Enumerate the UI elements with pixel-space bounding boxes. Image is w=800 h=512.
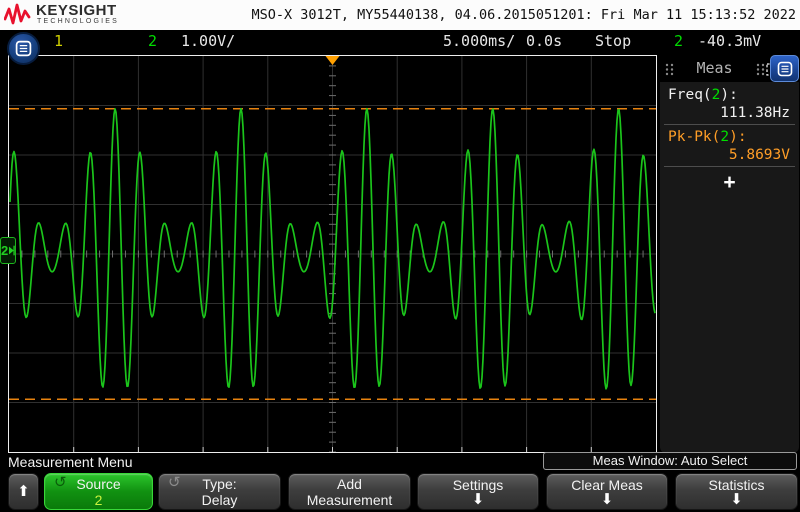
meas-window-label: Meas Window: Auto Select (543, 452, 797, 470)
softkey-type-label: Type: (202, 476, 236, 492)
meas-row-pkpk-label[interactable]: Pk-Pk(2): (668, 129, 747, 145)
down-arrow-icon: ⬇ (601, 493, 614, 507)
channel2-scale[interactable]: 1.00V/ (181, 32, 235, 51)
softkey-add-measurement-button[interactable]: Add Measurement (288, 473, 411, 510)
status-bar: 1 2 1.00V/ 5.000ms/ 0.0s Stop 2 -40.3mV (0, 30, 800, 53)
trigger-position-marker[interactable] (326, 56, 340, 65)
softkey-type-value: Delay (202, 492, 238, 508)
softkey-statistics-button[interactable]: Statistics ⬇ (675, 473, 798, 510)
acquisition-state[interactable]: Stop (595, 32, 631, 51)
cycle-arrow-icon: ↺ (54, 475, 67, 491)
ch2-marker-label: 2 (1, 243, 8, 258)
brand-name: KEYSIGHT (36, 2, 117, 19)
up-arrow-icon: ⬆ (17, 485, 30, 499)
meas-row-freq-value: 111.38Hz (720, 105, 790, 121)
keysight-logo-icon (4, 2, 34, 28)
softkey-add-label2: Measurement (307, 492, 393, 508)
softkey-source-button[interactable]: ↺ Source 2 (44, 473, 153, 510)
ch2-ground-marker[interactable]: 2 (0, 237, 16, 264)
divider (664, 124, 795, 125)
ground-arrow-icon (9, 245, 15, 256)
softkey-menu-title: Measurement Menu (8, 454, 133, 470)
trigger-level[interactable]: -40.3mV (698, 32, 761, 51)
measurement-panel: Meas Freq(2): 111.38Hz Pk-Pk(2): 5.8693V… (660, 55, 799, 453)
softkey-settings-button[interactable]: Settings ⬇ (417, 473, 539, 510)
down-arrow-icon: ⬇ (472, 493, 485, 507)
softkey-clear-meas-button[interactable]: Clear Meas ⬇ (546, 473, 668, 510)
softkey-source-value: 2 (95, 492, 103, 508)
channel2-label[interactable]: 2 (148, 32, 157, 51)
menu-icon (15, 40, 32, 57)
main-menu-button[interactable] (7, 32, 40, 65)
measurement-panel-header: Meas (660, 55, 799, 82)
softkey-source-label: Source (76, 476, 120, 492)
header-bar: KEYSIGHT TECHNOLOGIES MSO-X 3012T, MY554… (0, 0, 800, 30)
measurement-panel-title: Meas (660, 59, 769, 77)
brand-subtitle: TECHNOLOGIES (37, 18, 119, 25)
trigger-source[interactable]: 2 (674, 32, 683, 51)
softkey-back-button[interactable]: ⬆ (8, 473, 39, 510)
scope-display (8, 55, 657, 453)
softkey-add-label1: Add (337, 476, 362, 492)
timebase-readout[interactable]: 5.000ms/ (443, 32, 515, 51)
drag-handle-icon[interactable] (756, 63, 765, 76)
instrument-title: MSO-X 3012T, MY55440138, 04.06.201505120… (251, 7, 796, 23)
meas-row-freq-label[interactable]: Freq(2): (668, 87, 738, 103)
meas-row-pkpk-value: 5.8693V (729, 147, 790, 163)
delay-readout[interactable]: 0.0s (526, 32, 562, 51)
add-measurement-plus-button[interactable]: + (660, 170, 799, 196)
softkey-type-button[interactable]: ↺ Type: Delay (158, 473, 281, 510)
cycle-arrow-icon: ↺ (168, 475, 181, 491)
measurement-panel-menu-button[interactable] (770, 55, 799, 82)
down-arrow-icon: ⬇ (730, 493, 743, 507)
measurement-list: Freq(2): 111.38Hz Pk-Pk(2): 5.8693V + (660, 82, 799, 453)
channel1-label[interactable]: 1 (54, 32, 63, 51)
oscilloscope-screen: KEYSIGHT TECHNOLOGIES MSO-X 3012T, MY554… (0, 0, 800, 512)
menu-icon (777, 61, 793, 77)
divider (664, 166, 795, 167)
